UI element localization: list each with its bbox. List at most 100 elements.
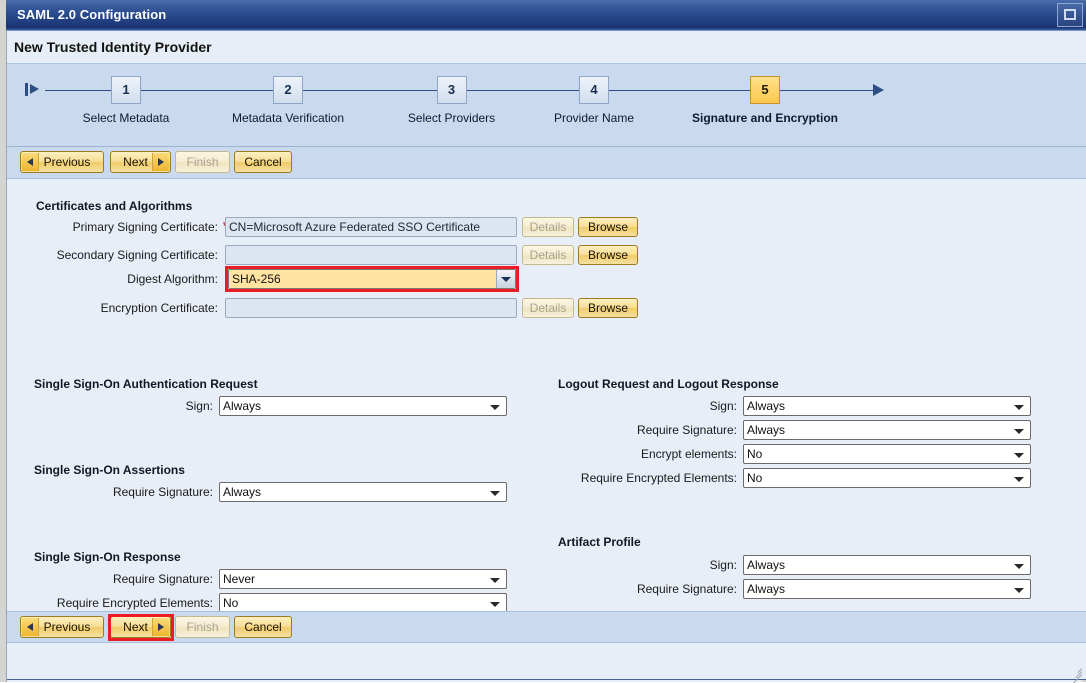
logout-encrypt-elements-select[interactable]: No <box>743 444 1031 464</box>
wizard-step-1-number: 1 <box>111 76 141 104</box>
arrow-right-icon <box>158 158 164 166</box>
sso-auth-sign-select[interactable]: Always <box>219 396 507 416</box>
chevron-down-icon <box>490 602 500 607</box>
resize-grip-icon[interactable] <box>1068 662 1082 676</box>
logout-encrypt-elements-label: Encrypt elements: <box>527 447 737 461</box>
chevron-down-icon <box>1014 405 1024 410</box>
next-button-bottom[interactable]: Next <box>110 616 171 638</box>
chevron-down-icon <box>1014 429 1024 434</box>
digest-algorithm-value: SHA-256 <box>232 272 281 286</box>
logout-sign-select[interactable]: Always <box>743 396 1031 416</box>
chevron-down-icon <box>1014 477 1024 482</box>
wizard-step-2-label: Metadata Verification <box>203 111 373 125</box>
primary-browse-button[interactable]: Browse <box>578 217 638 237</box>
digest-algorithm-select[interactable]: SHA-256 <box>228 269 516 289</box>
chevron-down-icon <box>490 405 500 410</box>
sso-response-require-encrypted-value: No <box>223 596 238 610</box>
wizard-step-2[interactable]: 2 Metadata Verification <box>203 76 373 125</box>
sso-assertions-require-signature-label: Require Signature: <box>7 485 213 499</box>
logout-encrypt-elements-value: No <box>747 447 762 461</box>
wizard-step-1-label: Select Metadata <box>61 111 191 125</box>
logout-require-signature-value: Always <box>747 423 785 437</box>
sso-assertions-require-signature-select[interactable]: Always <box>219 482 507 502</box>
arrow-right-icon <box>158 623 164 631</box>
primary-signing-certificate-field[interactable]: CN=Microsoft Azure Federated SSO Certifi… <box>225 217 517 237</box>
flow-start-icon <box>25 82 43 98</box>
artifact-sign-select[interactable]: Always <box>743 555 1031 575</box>
wizard-toolbar-bottom: Previous Next Finish Cancel <box>7 611 1086 643</box>
page-title: New Trusted Identity Provider <box>14 39 212 55</box>
artifact-sign-label: Sign: <box>527 558 737 572</box>
sso-response-section-title: Single Sign-On Response <box>34 550 181 564</box>
cancel-button-bottom-label: Cancel <box>244 620 281 634</box>
form-content-panel: Certificates and Algorithms Primary Sign… <box>7 179 1086 611</box>
next-button-top[interactable]: Next <box>110 151 171 173</box>
wizard-step-3-number: 3 <box>437 76 467 104</box>
restore-window-icon[interactable] <box>1057 3 1083 27</box>
window-title: SAML 2.0 Configuration <box>17 7 166 22</box>
saml-configuration-window: SAML 2.0 Configuration New Trusted Ident… <box>0 0 1086 682</box>
previous-button-bottom-label: Previous <box>44 620 91 634</box>
sso-response-require-signature-value: Never <box>223 572 255 586</box>
sso-auth-sign-label: Sign: <box>7 399 213 413</box>
artifact-profile-section-title: Artifact Profile <box>558 535 641 549</box>
chevron-down-icon <box>490 578 500 583</box>
encryption-certificate-field[interactable] <box>225 298 517 318</box>
previous-button-top[interactable]: Previous <box>20 151 104 173</box>
logout-sign-label: Sign: <box>527 399 737 413</box>
previous-button-bottom[interactable]: Previous <box>20 616 104 638</box>
chevron-down-icon <box>1014 564 1024 569</box>
wizard-step-4[interactable]: 4 Provider Name <box>529 76 659 125</box>
wizard-step-4-label: Provider Name <box>529 111 659 125</box>
logout-require-encrypted-label: Require Encrypted Elements: <box>527 471 737 485</box>
wizard-step-bar: 1 Select Metadata 2 Metadata Verificatio… <box>7 63 1086 147</box>
wizard-step-5-number: 5 <box>750 76 780 104</box>
certificates-section-title: Certificates and Algorithms <box>36 199 192 213</box>
finish-button-bottom-label: Finish <box>186 620 218 634</box>
window-left-edge <box>0 0 7 682</box>
wizard-step-2-number: 2 <box>273 76 303 104</box>
primary-signing-certificate-label: Primary Signing Certificate: <box>7 220 218 234</box>
sso-response-require-encrypted-label: Require Encrypted Elements: <box>7 596 213 610</box>
finish-button-top-label: Finish <box>186 155 218 169</box>
wizard-step-5-label: Signature and Encryption <box>675 111 855 125</box>
secondary-signing-certificate-field[interactable] <box>225 245 517 265</box>
wizard-step-4-number: 4 <box>579 76 609 104</box>
sso-response-require-signature-select[interactable]: Never <box>219 569 507 589</box>
primary-details-button[interactable]: Details <box>522 217 574 237</box>
sso-assertions-section-title: Single Sign-On Assertions <box>34 463 185 477</box>
page-header: New Trusted Identity Provider <box>7 31 1086 63</box>
sso-auth-request-section-title: Single Sign-On Authentication Request <box>34 377 258 391</box>
sso-auth-sign-value: Always <box>223 399 261 413</box>
encryption-details-button: Details <box>522 298 574 318</box>
previous-button-top-label: Previous <box>44 155 91 169</box>
sso-assertions-require-signature-value: Always <box>223 485 261 499</box>
chevron-down-icon[interactable] <box>496 270 515 288</box>
chevron-down-icon <box>1014 453 1024 458</box>
logout-require-signature-label: Require Signature: <box>527 423 737 437</box>
cancel-button-top[interactable]: Cancel <box>234 151 292 173</box>
finish-button-top: Finish <box>175 151 230 173</box>
encryption-browse-button[interactable]: Browse <box>578 298 638 318</box>
wizard-toolbar-top: Previous Next Finish Cancel <box>7 147 1086 179</box>
logout-require-encrypted-select[interactable]: No <box>743 468 1031 488</box>
sso-response-require-encrypted-select[interactable]: No <box>219 593 507 613</box>
footer-panel <box>7 643 1086 680</box>
secondary-browse-button[interactable]: Browse <box>578 245 638 265</box>
wizard-step-5[interactable]: 5 Signature and Encryption <box>675 76 855 125</box>
wizard-step-3-label: Select Providers <box>385 111 518 125</box>
arrow-left-icon <box>27 158 33 166</box>
cancel-button-top-label: Cancel <box>244 155 281 169</box>
cancel-button-bottom[interactable]: Cancel <box>234 616 292 638</box>
logout-require-signature-select[interactable]: Always <box>743 420 1031 440</box>
artifact-require-signature-value: Always <box>747 582 785 596</box>
artifact-require-signature-select[interactable]: Always <box>743 579 1031 599</box>
flow-end-arrow-icon <box>873 84 884 96</box>
next-button-top-label: Next <box>123 155 148 169</box>
wizard-step-1[interactable]: 1 Select Metadata <box>61 76 191 125</box>
wizard-step-3[interactable]: 3 Select Providers <box>385 76 518 125</box>
secondary-signing-certificate-label: Secondary Signing Certificate: <box>7 248 218 262</box>
chevron-down-icon <box>1014 588 1024 593</box>
logout-section-title: Logout Request and Logout Response <box>558 377 779 391</box>
finish-button-bottom: Finish <box>175 616 230 638</box>
